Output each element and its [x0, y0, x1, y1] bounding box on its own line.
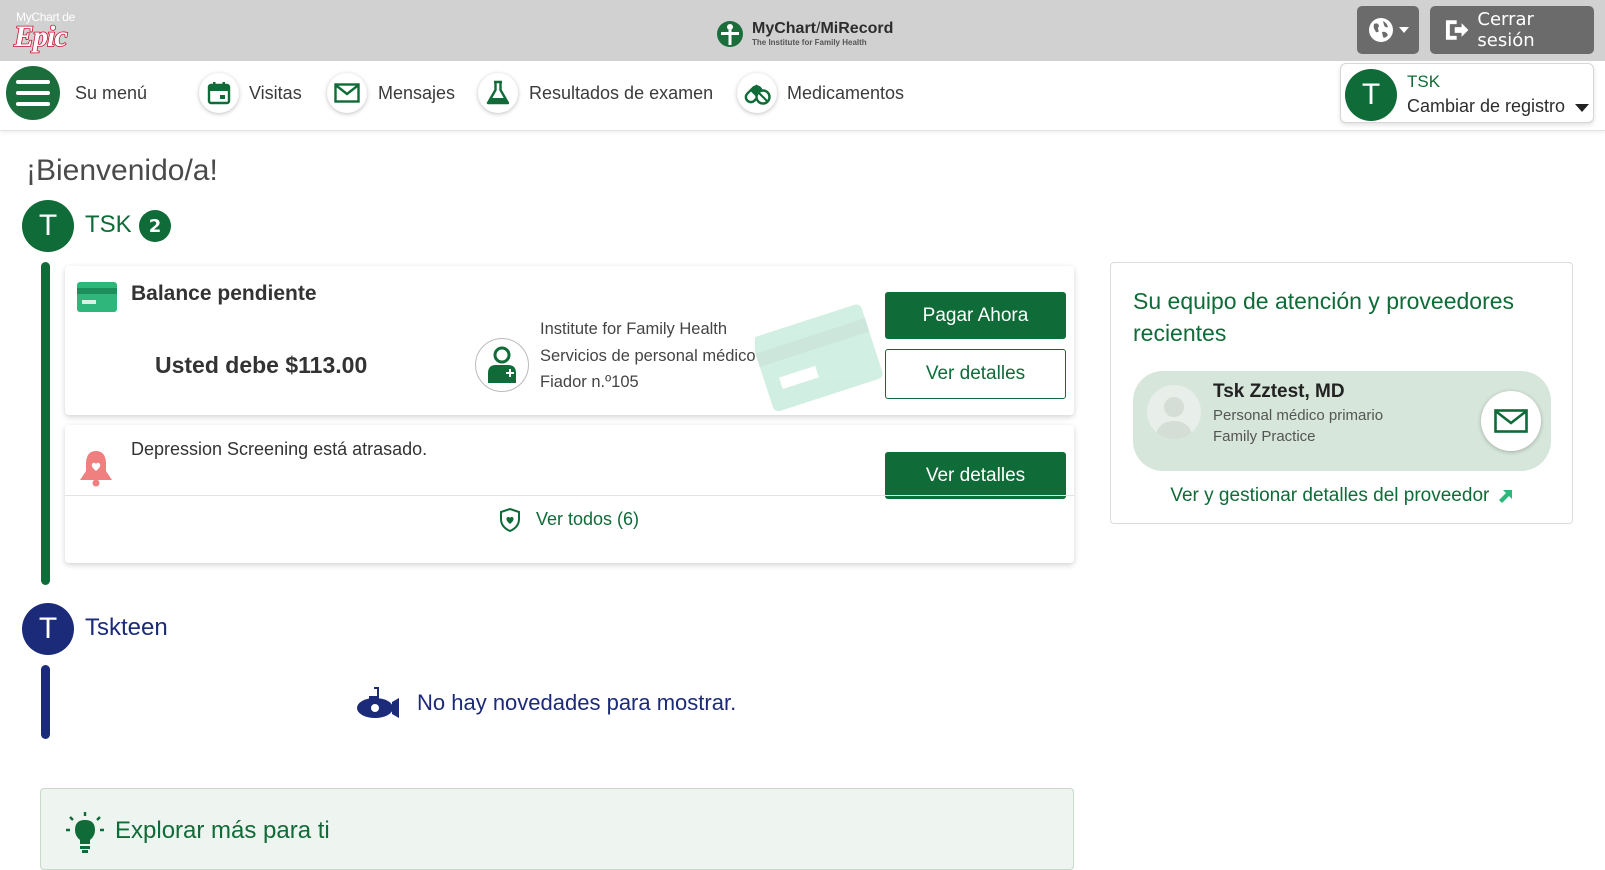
brand-title: MyChart/MiRecord	[752, 21, 893, 37]
provider-payee-icon	[475, 338, 529, 392]
person1-timeline-bar	[41, 262, 50, 585]
logout-icon	[1445, 20, 1469, 40]
nav-visits-button[interactable]	[199, 73, 239, 113]
organization-brand: MyChart/MiRecord The Institute for Famil…	[716, 18, 893, 50]
pills-icon	[744, 84, 771, 105]
view-all-alerts-link[interactable]: Ver todos (6)	[65, 495, 1074, 543]
care-team-card: Su equipo de atención y proveedores reci…	[1110, 262, 1573, 524]
brand-subtitle: The Institute for Family Health	[752, 38, 867, 47]
credit-card-icon	[77, 282, 117, 312]
payee-organization: Institute for Family Health	[540, 320, 728, 338]
globe-icon	[1369, 18, 1393, 42]
health-alert-card: Depression Screening está atrasado. Ver …	[65, 425, 1074, 563]
nav-results-label[interactable]: Resultados de examen	[529, 83, 713, 104]
switch-record-button[interactable]: T TSK Cambiar de registro	[1340, 63, 1594, 123]
no-news-message: No hay novedades para mostrar.	[355, 684, 736, 722]
provider-name: Tsk Zztest, MD	[1213, 381, 1345, 402]
explore-more-title: Explorar más para ti	[115, 817, 330, 844]
provider-avatar	[1147, 385, 1201, 439]
provider-details-link[interactable]: Ver y gestionar detalles del proveedor	[1111, 485, 1572, 507]
provider-card[interactable]: Tsk Zztest, MD Personal médico primario …	[1133, 371, 1551, 471]
top-banner: MyChart de Epic MyChart/MiRecord The Ins…	[0, 0, 1605, 61]
nav-visits-label[interactable]: Visitas	[249, 83, 302, 104]
mychart-epic-logo: MyChart de Epic	[13, 8, 90, 54]
envelope-icon	[1494, 409, 1528, 433]
brand-title-left: MyChart	[752, 20, 817, 37]
switch-record-name: TSK	[1407, 72, 1441, 91]
provider-department: Family Practice	[1213, 428, 1316, 445]
no-news-text: No hay novedades para mostrar.	[417, 690, 737, 715]
person2-avatar: T	[22, 603, 74, 655]
menu-label[interactable]: Su menú	[75, 83, 147, 104]
shield-heart-icon	[499, 507, 520, 532]
payee-service: Servicios de personal médico	[540, 347, 756, 365]
person2-timeline-bar	[41, 665, 50, 739]
envelope-icon	[334, 83, 360, 103]
balance-card: Balance pendiente Usted debe $113.00 Ins…	[65, 266, 1074, 415]
alert-message: Depression Screening está atrasado.	[131, 439, 428, 459]
person1-name: TSK	[85, 211, 132, 238]
person1-avatar: T	[22, 200, 74, 252]
card-watermark-icon	[755, 304, 883, 412]
epic-logo-text: Epic	[13, 19, 68, 54]
message-provider-button[interactable]	[1481, 391, 1541, 451]
brand-title-right: MiRecord	[820, 20, 894, 37]
nav-results-button[interactable]	[478, 73, 518, 113]
brand-logo-icon	[717, 21, 743, 47]
nav-medications-button[interactable]	[737, 73, 777, 113]
person-placeholder-icon	[1155, 397, 1193, 439]
main-navigation: Su menú Visitas Mensajes Resultados de e…	[0, 61, 1605, 131]
notification-count-badge: 2	[139, 210, 171, 242]
flask-icon	[486, 80, 510, 105]
external-arrow-icon	[1498, 489, 1512, 503]
bell-icon	[80, 451, 112, 487]
page-title: ¡Bienvenido/a!	[26, 154, 218, 187]
provider-role: Personal médico primario	[1213, 407, 1384, 424]
explore-more-section[interactable]: Explorar más para ti	[40, 788, 1074, 870]
switch-record-label: Cambiar de registro	[1407, 96, 1566, 116]
pay-now-button[interactable]: Pagar Ahora	[885, 292, 1066, 339]
logout-label: Cerrar sesión	[1477, 9, 1535, 51]
submarine-icon	[357, 687, 399, 718]
person2-name: Tskteen	[85, 614, 168, 641]
view-all-label: Ver todos (6)	[535, 509, 640, 529]
logout-button[interactable]: Cerrar sesión	[1430, 6, 1594, 54]
balance-title: Balance pendiente	[131, 282, 317, 305]
language-button[interactable]	[1357, 6, 1419, 54]
nav-messages-button[interactable]	[327, 73, 367, 113]
lightbulb-icon	[66, 812, 104, 853]
nav-medications-label[interactable]: Medicamentos	[787, 83, 904, 104]
caret-down-icon	[1575, 104, 1589, 112]
balance-details-button[interactable]: Ver detalles	[885, 349, 1066, 399]
balance-amount: Usted debe $113.00	[155, 352, 368, 378]
alert-details-button[interactable]: Ver detalles	[885, 452, 1066, 499]
care-team-title: Su equipo de atención y proveedores reci…	[1133, 288, 1515, 346]
doctor-icon	[488, 346, 516, 383]
chevron-down-icon	[1399, 27, 1409, 33]
nav-messages-label[interactable]: Mensajes	[378, 83, 455, 104]
switch-record-avatar: T	[1345, 69, 1397, 121]
hamburger-icon	[16, 80, 50, 106]
menu-button[interactable]	[6, 66, 60, 120]
provider-details-label: Ver y gestionar detalles del proveedor	[1170, 485, 1490, 506]
payee-guarantor: Fiador n.º105	[540, 373, 639, 391]
calendar-icon	[207, 82, 231, 105]
